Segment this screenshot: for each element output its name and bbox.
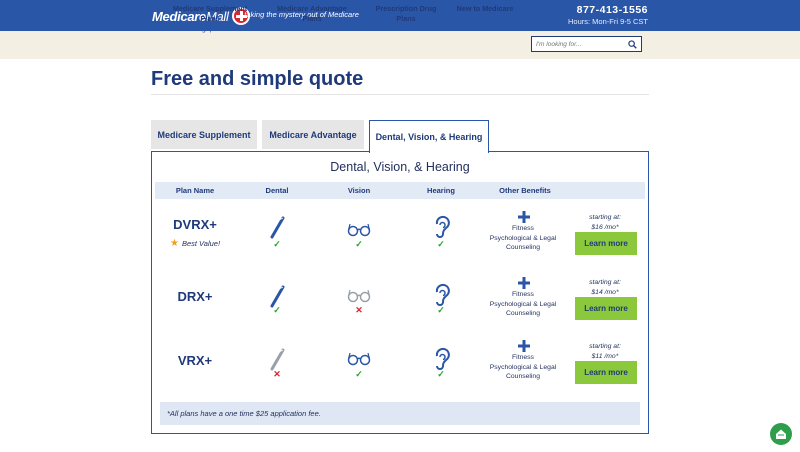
vision-cross-icon: ✕ [355, 305, 363, 315]
benefit-psych-legal: Psychological & Legal [489, 234, 557, 242]
toothbrush-icon [270, 348, 285, 371]
tab-dental-vision-hearing[interactable]: Dental, Vision, & Hearing [369, 120, 489, 153]
price-value: $11 /mo* [591, 352, 619, 360]
dental-check-icon: ✓ [273, 305, 281, 315]
header-dental: Dental [265, 186, 289, 195]
hearing-check-icon: ✓ [437, 305, 445, 315]
price: starting at: $14 /mo* [570, 278, 640, 297]
benefit-counseling: Counseling [505, 310, 540, 317]
badge-label: Best Value! [181, 239, 221, 248]
plus-icon [518, 277, 530, 289]
search-icon[interactable] [628, 40, 637, 49]
star-icon: ★ [170, 238, 179, 249]
nav-subtitle: Part C [301, 24, 323, 33]
price: starting at: $11 /mo* [570, 342, 640, 361]
nav-subtitle: Part D [395, 24, 417, 33]
benefit-counseling: Counseling [505, 373, 540, 380]
plan-name: DVRX+ [173, 217, 217, 232]
search-box [531, 36, 642, 52]
ear-icon [435, 215, 450, 238]
table-header [155, 182, 645, 199]
tab-medicare-advantage[interactable]: Medicare Advantage [262, 120, 364, 149]
main-nav [0, 31, 800, 59]
divider [151, 94, 649, 95]
price-label: starting at: [589, 279, 621, 286]
plus-icon [518, 340, 530, 352]
nav-title: Medicare Supplement Plans [172, 4, 248, 23]
benefit-fitness: Fitness [512, 354, 534, 361]
nav-title: Prescription Drug Plans [375, 4, 437, 23]
business-hours: Hours: Mon-Fri 9-5 CST [567, 17, 648, 26]
benefit-psych-legal: Psychological & Legal [489, 363, 557, 371]
nav-title: New to Medicare [456, 4, 514, 13]
nav-subtitle: Part A & B [468, 14, 502, 23]
plus-icon [518, 211, 530, 223]
nav-new-to-medicare[interactable]: New to Medicare Part A & B [456, 4, 514, 24]
other-benefits: Fitness Psychological & Legal Counseling [478, 353, 568, 382]
price: starting at: $16 /mo* [570, 213, 640, 232]
price-value: $16 /mo* [591, 223, 619, 231]
hearing-check-icon: ✓ [437, 239, 445, 249]
vision-check-icon: ✓ [355, 369, 363, 379]
chat-icon [776, 429, 786, 439]
phone-number[interactable]: 877-413-1556 [577, 4, 648, 16]
price-value: $14 /mo* [591, 288, 619, 296]
search-input[interactable] [532, 40, 622, 48]
best-value-badge: ★ Best Value! [170, 238, 220, 249]
nav-medicare-supplement[interactable]: Medicare Supplement Plans Medigap Plans [165, 4, 255, 34]
dental-check-icon: ✓ [273, 239, 281, 249]
dental-cross-icon: ✕ [273, 369, 281, 379]
panel-title: Dental, Vision, & Hearing [330, 160, 470, 174]
header-hearing: Hearing [427, 186, 455, 195]
chat-button[interactable] [770, 423, 792, 445]
header-other-benefits: Other Benefits [499, 186, 551, 195]
nav-subtitle: Medigap Plans [186, 24, 234, 33]
nav-title: Medicare Advantage Plans [277, 4, 347, 23]
toothbrush-icon [270, 216, 285, 239]
glasses-icon [347, 352, 371, 366]
benefit-fitness: Fitness [512, 291, 534, 298]
nav-medicare-advantage[interactable]: Medicare Advantage Plans Part C [268, 4, 356, 34]
hearing-check-icon: ✓ [437, 369, 445, 379]
learn-more-button[interactable]: Learn more [575, 297, 637, 320]
header-plan-name: Plan Name [175, 186, 215, 195]
benefit-fitness: Fitness [512, 225, 534, 232]
plan-name: DRX+ [177, 289, 213, 304]
header-vision: Vision [347, 186, 371, 195]
learn-more-button[interactable]: Learn more [575, 232, 637, 255]
page-title: Free and simple quote [151, 68, 364, 90]
application-fee-note: *All plans have a one time $25 applicati… [160, 402, 640, 425]
tab-medicare-supplement[interactable]: Medicare Supplement [151, 120, 257, 149]
benefit-psych-legal: Psychological & Legal [489, 300, 557, 308]
benefit-counseling: Counseling [505, 244, 540, 251]
other-benefits: Fitness Psychological & Legal Counseling [478, 290, 568, 319]
price-label: starting at: [589, 343, 621, 350]
vision-check-icon: ✓ [355, 239, 363, 249]
other-benefits: Fitness Psychological & Legal Counseling [478, 224, 568, 253]
price-label: starting at: [589, 214, 621, 221]
plan-name: VRX+ [177, 353, 213, 368]
ear-icon [435, 283, 450, 306]
nav-prescription-drug[interactable]: Prescription Drug Plans Part D [367, 4, 445, 34]
ear-icon [435, 347, 450, 370]
learn-more-button[interactable]: Learn more [575, 361, 637, 384]
